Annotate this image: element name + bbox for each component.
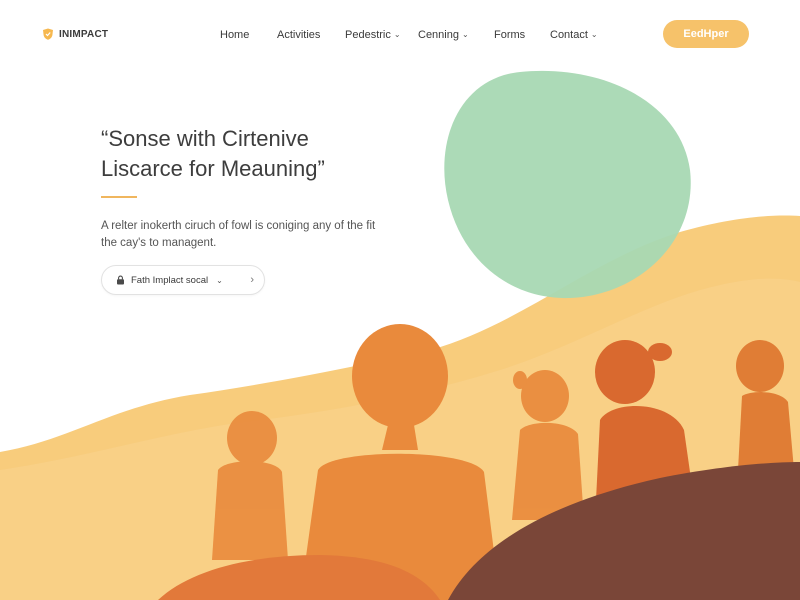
- cta-button[interactable]: EedHper: [663, 20, 749, 48]
- lock-icon: [117, 275, 124, 285]
- chevron-right-icon[interactable]: ›: [250, 274, 254, 286]
- impact-selector-pill[interactable]: Fath Implact socal ⌄ ›: [101, 265, 265, 295]
- hero-section: “Sonse with Cirtenive Liscarce for Meaun…: [101, 124, 421, 252]
- nav-item-contact[interactable]: Contact ⌄: [550, 29, 598, 41]
- hero-description: A relter inokerth ciruch of fowl is coni…: [101, 220, 376, 249]
- hero-title-line-2: Liscarce for Meauning”: [101, 156, 325, 181]
- hero-title-line-1: “Sonse with Cirtenive: [101, 126, 309, 151]
- nav-item-pedestric[interactable]: Pedestric ⌄: [345, 29, 401, 41]
- nav-item-label: Cenning: [418, 29, 459, 41]
- nav-item-activities[interactable]: Activities: [277, 29, 320, 41]
- nav-item-label: Pedestric: [345, 29, 391, 41]
- pill-label: Fath Implact socal: [131, 274, 209, 286]
- nav-item-forms[interactable]: Forms: [494, 29, 525, 41]
- green-blob: [444, 70, 691, 299]
- nav-item-label: Contact: [550, 29, 588, 41]
- nav-item-label: Activities: [277, 29, 321, 41]
- chevron-down-icon: ⌄: [393, 30, 401, 39]
- nav-item-cenning[interactable]: Cenning ⌄: [418, 29, 469, 41]
- chevron-down-icon: ⌄: [461, 30, 469, 39]
- hero-title: “Sonse with Cirtenive Liscarce for Meaun…: [101, 124, 421, 184]
- chevron-down-icon[interactable]: ⌄: [216, 276, 223, 285]
- accent-divider: [101, 196, 137, 198]
- nav-item-home[interactable]: Home: [220, 29, 249, 41]
- hero-illustration: [0, 70, 800, 600]
- nav-item-label: Home: [220, 29, 250, 41]
- chevron-down-icon: ⌄: [590, 30, 598, 39]
- top-navigation: INIMPACT Home Activities Pedestric ⌄ Cen…: [0, 0, 800, 70]
- nav-item-label: Forms: [494, 29, 526, 41]
